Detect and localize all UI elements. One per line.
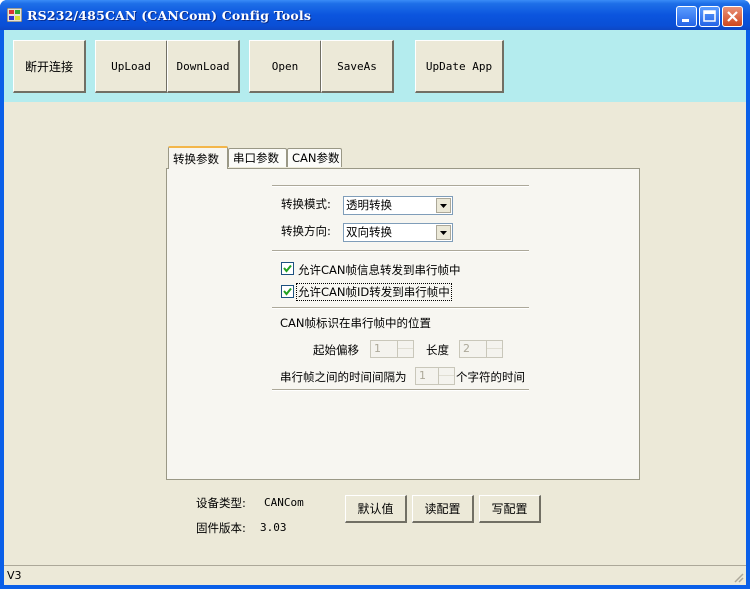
device-type-value: CANCom — [264, 496, 304, 509]
chevron-down-icon[interactable] — [436, 198, 451, 213]
position-title: CAN帧标识在串行帧中的位置 — [280, 316, 431, 330]
status-bar: V3 — [4, 565, 746, 585]
allow-can-id-checkbox[interactable] — [281, 285, 294, 298]
close-button[interactable] — [722, 6, 743, 27]
tab-panel: 转换模式: 透明转换 转换方向: 双向转换 允许CAN帧信息转发到串行帧中 允许… — [166, 168, 640, 480]
tab-convert-params[interactable]: 转换参数 — [168, 146, 228, 169]
direction-select[interactable]: 双向转换 — [343, 223, 453, 242]
check-icon — [283, 287, 292, 296]
interval-value: 1 — [419, 369, 426, 382]
default-button[interactable]: 默认值 — [345, 495, 407, 523]
chevron-down-icon[interactable] — [436, 225, 451, 240]
title-bar[interactable]: RS232/485CAN (CANCom) Config Tools — [0, 0, 750, 30]
spin-arrows-icon[interactable] — [486, 341, 502, 357]
spin-arrows-icon[interactable] — [397, 341, 413, 357]
divider — [272, 389, 529, 391]
minimize-icon — [682, 19, 689, 22]
allow-can-info-checkbox[interactable] — [281, 262, 294, 275]
close-icon — [727, 11, 738, 22]
toolbar: 断开连接 UpLoad DownLoad Open SaveAs UpDate … — [4, 30, 746, 102]
minimize-button[interactable] — [676, 6, 697, 27]
firmware-value: 3.03 — [260, 521, 287, 534]
client-area: 断开连接 UpLoad DownLoad Open SaveAs UpDate … — [4, 30, 746, 585]
offset-stepper[interactable]: 1 — [370, 340, 414, 358]
offset-label: 起始偏移 — [313, 343, 359, 357]
window-title: RS232/485CAN (CANCom) Config Tools — [27, 8, 312, 23]
divider — [272, 185, 529, 187]
upload-button[interactable]: UpLoad — [95, 40, 168, 93]
interval-suffix: 个字符的时间 — [456, 370, 525, 384]
status-text: V3 — [7, 569, 22, 582]
direction-select-value: 双向转换 — [346, 225, 392, 239]
firmware-label: 固件版本: — [196, 521, 246, 535]
write-config-button[interactable]: 写配置 — [479, 495, 541, 523]
download-button[interactable]: DownLoad — [167, 40, 240, 93]
update-app-button[interactable]: UpDate App — [415, 40, 504, 93]
tab-serial-params[interactable]: 串口参数 — [228, 148, 287, 167]
mode-select[interactable]: 透明转换 — [343, 196, 453, 215]
maximize-icon — [703, 10, 716, 22]
app-icon — [7, 8, 22, 22]
resize-grip-icon[interactable] — [732, 571, 744, 583]
allow-can-id-label[interactable]: 允许CAN帧ID转发到串行帧中 — [296, 283, 452, 301]
read-config-button[interactable]: 读配置 — [412, 495, 474, 523]
app-window: RS232/485CAN (CANCom) Config Tools 断开连接 … — [0, 0, 750, 589]
mode-label: 转换模式: — [281, 197, 331, 211]
offset-value: 1 — [374, 342, 381, 355]
device-type-label: 设备类型: — [196, 496, 246, 510]
length-label: 长度 — [426, 343, 449, 357]
allow-can-info-label[interactable]: 允许CAN帧信息转发到串行帧中 — [298, 262, 461, 278]
mode-select-value: 透明转换 — [346, 198, 392, 212]
spin-arrows-icon[interactable] — [438, 368, 454, 384]
open-button[interactable]: Open — [249, 40, 322, 93]
divider — [272, 307, 529, 309]
length-value: 2 — [463, 342, 470, 355]
interval-stepper[interactable]: 1 — [415, 367, 455, 385]
length-stepper[interactable]: 2 — [459, 340, 503, 358]
saveas-button[interactable]: SaveAs — [321, 40, 394, 93]
direction-label: 转换方向: — [281, 224, 331, 238]
maximize-button[interactable] — [699, 6, 720, 27]
interval-label: 串行帧之间的时间间隔为 — [280, 370, 407, 384]
disconnect-button[interactable]: 断开连接 — [13, 40, 86, 93]
divider — [272, 250, 529, 252]
tab-can-params[interactable]: CAN参数 — [287, 148, 342, 167]
check-icon — [283, 264, 292, 273]
